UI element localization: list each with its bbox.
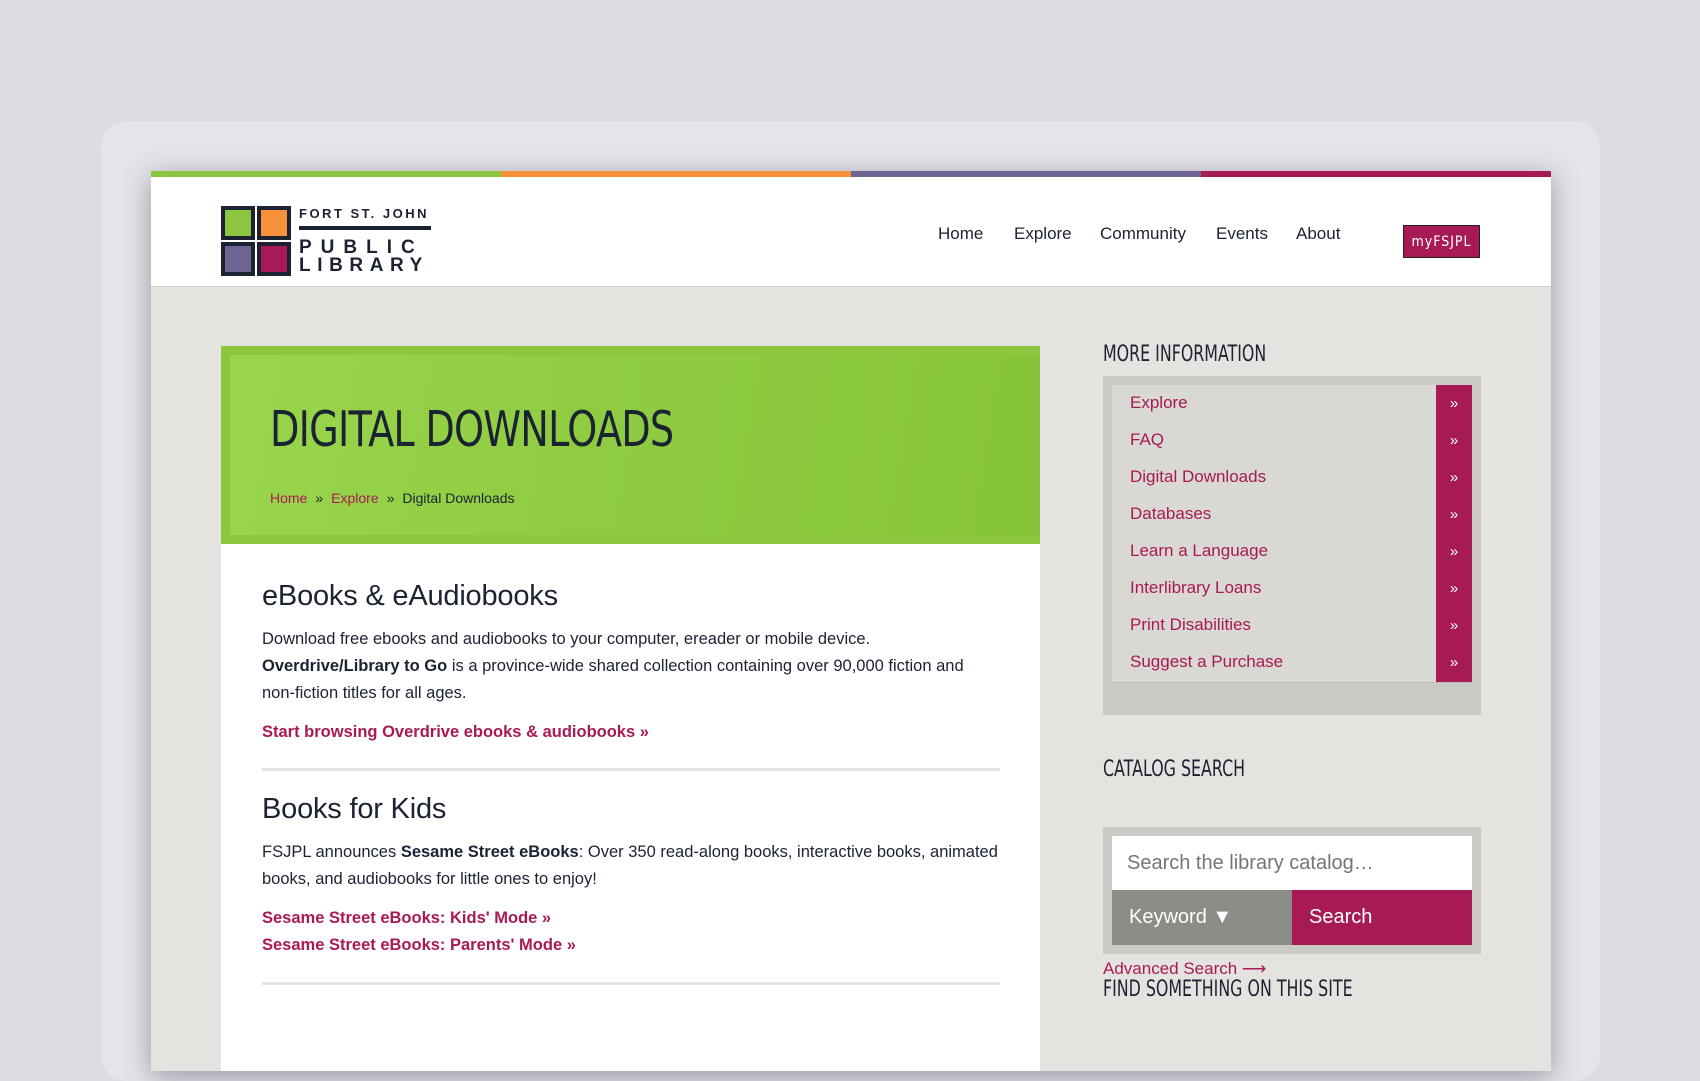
logo-square-magenta <box>257 242 291 276</box>
chevron-right-icon: » <box>1436 533 1472 571</box>
nav-home[interactable]: Home <box>938 224 983 244</box>
menu-item-label: Interlibrary Loans <box>1130 578 1262 597</box>
nav-about[interactable]: About <box>1296 224 1340 244</box>
description-text: FSJPL announces <box>262 843 401 861</box>
chevron-right-icon: » <box>1436 422 1472 460</box>
section-divider <box>262 768 1000 771</box>
logo-square-purple <box>221 242 255 276</box>
catalog-search-button[interactable]: Search <box>1292 890 1472 945</box>
section-description: FSJPL announces Sesame Street eBooks: Ov… <box>262 839 1000 893</box>
catalog-search-input[interactable] <box>1112 836 1472 890</box>
search-type-select[interactable]: Keyword ▼ <box>1112 890 1292 945</box>
chevron-right-icon: » <box>1436 459 1472 497</box>
hero-banner: DIGITAL DOWNLOADS Home » Explore » Digital D… <box>221 346 1040 544</box>
page-title: DIGITAL DOWNLOADS <box>270 401 674 458</box>
logo-rule <box>299 226 431 230</box>
menu-item-digital-downloads[interactable]: Digital Downloads » <box>1112 459 1472 498</box>
advanced-search-link[interactable]: Advanced Search ⟶ <box>1103 959 1266 979</box>
section-ebooks: eBooks & eAudiobooks Download free ebook… <box>262 580 1000 746</box>
page-window: FORT ST. JOHN PUBLIC LIBRARY Home Explor… <box>151 171 1551 1071</box>
main-content: eBooks & eAudiobooks Download free ebook… <box>221 544 1040 1071</box>
menu-item-suggest-purchase[interactable]: Suggest a Purchase » <box>1112 644 1472 683</box>
hero-inner: DIGITAL DOWNLOADS Home » Explore » Digital D… <box>230 355 1040 535</box>
section-description: Download free ebooks and audiobooks to y… <box>262 626 1000 707</box>
menu-item-label: Suggest a Purchase <box>1130 652 1284 671</box>
description-bold: Sesame Street eBooks <box>400 843 579 861</box>
menu-item-print-disabilities[interactable]: Print Disabilities » <box>1112 607 1472 646</box>
nav-community[interactable]: Community <box>1100 224 1186 244</box>
chevron-right-icon: » <box>1436 607 1472 645</box>
nav-explore[interactable]: Explore <box>1014 224 1072 244</box>
site-header: FORT ST. JOHN PUBLIC LIBRARY Home Explor… <box>151 177 1551 287</box>
menu-item-explore[interactable]: Explore » <box>1112 385 1472 424</box>
logo-square-green <box>221 206 255 240</box>
breadcrumb-explore[interactable]: Explore <box>331 490 378 506</box>
menu-item-label: Databases <box>1130 504 1212 523</box>
more-info-menu: Explore » FAQ » Digital Downloads » Databas… <box>1103 376 1481 715</box>
menu-item-learn-language[interactable]: Learn a Language » <box>1112 533 1472 572</box>
library-logo[interactable]: FORT ST. JOHN PUBLIC LIBRARY <box>221 206 451 278</box>
menu-item-label: Print Disabilities <box>1130 615 1251 634</box>
breadcrumb-separator: » <box>315 490 324 506</box>
section-heading: eBooks & eAudiobooks <box>262 580 558 612</box>
menu-item-label: FAQ <box>1130 430 1165 449</box>
breadcrumb-current: Digital Downloads <box>402 490 515 506</box>
account-button[interactable]: myFSJPL <box>1403 225 1480 258</box>
menu-item-databases[interactable]: Databases » <box>1112 496 1472 535</box>
section-heading: Books for Kids <box>262 793 447 825</box>
description-bold: Overdrive/Library to Go <box>262 657 448 675</box>
logo-square-orange <box>257 206 291 240</box>
menu-item-label: Learn a Language <box>1130 541 1269 560</box>
logo-text-line1: FORT ST. JOHN <box>299 206 430 221</box>
menu-item-interlibrary-loans[interactable]: Interlibrary Loans » <box>1112 570 1472 609</box>
catalog-search-box: Keyword ▼ Search <box>1103 827 1481 954</box>
menu-item-label: Explore <box>1130 393 1188 412</box>
breadcrumb: Home » Explore » Digital Downloads <box>270 490 514 506</box>
nav-events[interactable]: Events <box>1216 224 1268 244</box>
description-text: Download free ebooks and audiobooks to y… <box>262 630 871 648</box>
chevron-right-icon: » <box>1436 644 1472 682</box>
section-kids: Books for Kids FSJPL announces Sesame St… <box>262 793 1000 959</box>
more-info-heading: MORE INFORMATION <box>1103 342 1267 367</box>
sesame-kids-link[interactable]: Sesame Street eBooks: Kids' Mode » <box>262 905 1000 932</box>
logo-text-line3: LIBRARY <box>299 255 429 276</box>
menu-item-faq[interactable]: FAQ » <box>1112 422 1472 461</box>
menu-item-label: Digital Downloads <box>1130 467 1267 486</box>
sesame-parents-link[interactable]: Sesame Street eBooks: Parents' Mode » <box>262 932 1000 959</box>
chevron-right-icon: » <box>1436 570 1472 608</box>
chevron-right-icon: » <box>1436 385 1472 423</box>
breadcrumb-separator: » <box>386 490 395 506</box>
chevron-right-icon: » <box>1436 496 1472 534</box>
find-heading: FIND SOMETHING ON THIS SITE <box>1103 977 1353 1002</box>
overdrive-link[interactable]: Start browsing Overdrive ebooks & audiob… <box>262 719 1000 746</box>
section-divider <box>262 982 1000 985</box>
catalog-search-heading: CATALOG SEARCH <box>1103 757 1246 782</box>
breadcrumb-home[interactable]: Home <box>270 490 307 506</box>
